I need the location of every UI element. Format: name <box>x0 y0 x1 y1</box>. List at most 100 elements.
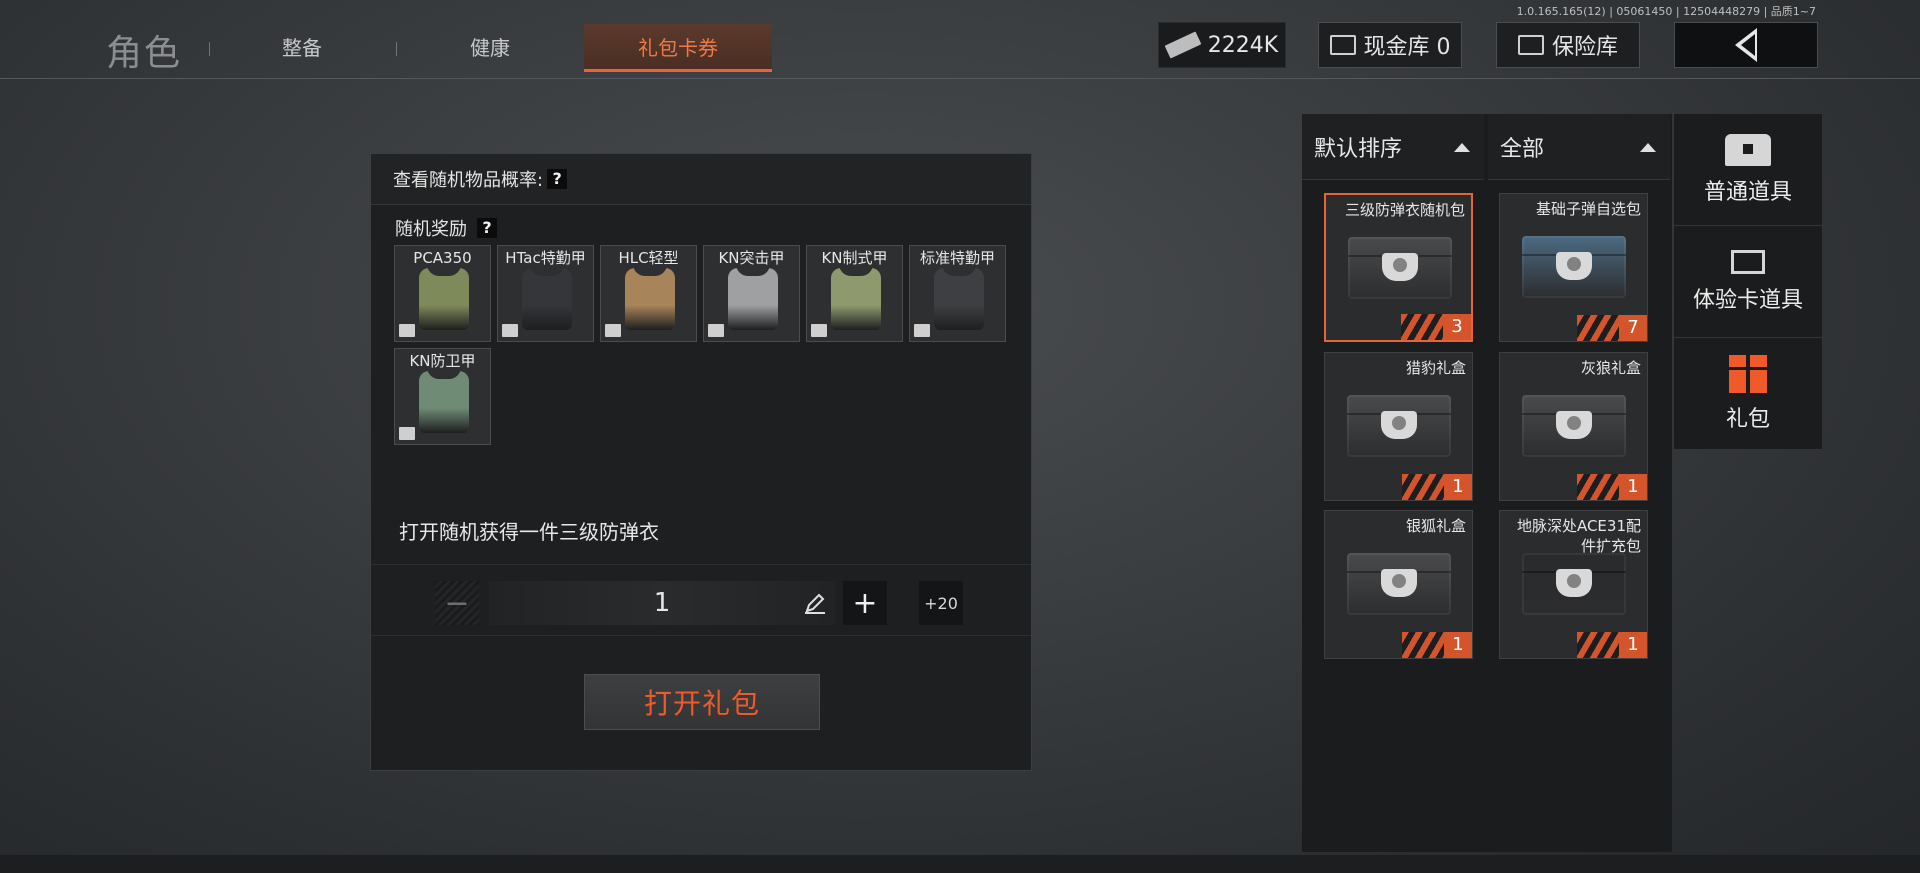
reward-section-label: 随机奖励 ? <box>395 215 497 241</box>
safe-label: 保险库 <box>1551 35 1618 60</box>
inventory-item[interactable]: 灰狼礼盒 1 <box>1499 352 1648 501</box>
item-count-badge: 1 <box>1402 632 1472 658</box>
quantity-input[interactable]: 1 <box>489 581 835 625</box>
edit-icon <box>805 593 825 614</box>
increase-button[interactable]: + <box>843 581 887 625</box>
vest-icon <box>419 262 469 330</box>
probability-header: 查看随机物品概率: ? <box>371 154 1031 205</box>
gift-pack-dialog: 查看随机物品概率: ? 随机奖励 ? PCA350 HTac特勤甲 HLC轻型 KN突… <box>370 153 1032 771</box>
item-name: 银狐礼盒 <box>1405 517 1466 535</box>
reward-item[interactable]: KN制式甲 <box>806 245 903 342</box>
reward-item[interactable]: HLC轻型 <box>600 245 697 342</box>
reward-name: HTac特勤甲 <box>505 249 586 267</box>
reward-name: KN防卫甲 <box>409 352 476 370</box>
vest-icon <box>831 262 881 330</box>
reward-item[interactable]: HTac特勤甲 <box>497 245 594 342</box>
vest-icon <box>419 365 469 433</box>
case-icon <box>1522 553 1626 615</box>
pack-description: 打开随机获得一件三级防弹衣 <box>399 520 659 544</box>
vest-icon <box>728 262 778 330</box>
item-count-badge: 3 <box>1401 314 1471 340</box>
reward-name: KN突击甲 <box>718 249 785 267</box>
item-count: 1 <box>1619 474 1647 500</box>
reward-item[interactable]: KN突击甲 <box>703 245 800 342</box>
category-gift-packs[interactable]: 礼包 <box>1674 338 1822 450</box>
inventory-item[interactable]: 基础子弹自选包 7 <box>1499 193 1648 342</box>
inventory-panel: 默认排序 全部 三级防弹衣随机包 3 基础子弹自选包 7 猎豹礼盒 1 灰狼礼盒 1 银狐礼盒 1… <box>1302 114 1822 852</box>
sort-order-label: 默认排序 <box>1314 136 1403 162</box>
safe-icon <box>1517 35 1544 55</box>
item-name: 三级防弹衣随机包 <box>1344 201 1465 219</box>
emblem-icon <box>1556 411 1592 439</box>
reward-item[interactable]: KN防卫甲 <box>394 348 491 445</box>
case-icon <box>1522 236 1626 298</box>
reward-item[interactable]: 标准特勤甲 <box>909 245 1006 342</box>
reward-name: PCA350 <box>413 249 472 267</box>
inventory-item[interactable]: 猎豹礼盒 1 <box>1324 352 1473 501</box>
money-display: 2224K <box>1158 22 1286 68</box>
nav-separator <box>396 42 397 56</box>
reward-name: HLC轻型 <box>618 249 679 267</box>
decrease-button[interactable]: − <box>435 581 479 625</box>
cash-icon <box>1164 31 1202 59</box>
tab-health[interactable]: 健康 <box>440 24 540 72</box>
category-label: 礼包 <box>1725 406 1770 432</box>
category-trial-cards[interactable]: 体验卡道具 <box>1674 226 1822 338</box>
category-label: 体验卡道具 <box>1692 287 1803 313</box>
reward-label-text: 随机奖励 <box>395 219 467 240</box>
emblem-icon <box>1381 569 1417 597</box>
cash-vault-button[interactable]: 现金库 0 <box>1318 22 1462 68</box>
caret-up-icon <box>1640 143 1656 152</box>
item-count: 1 <box>1444 632 1472 658</box>
item-count-badge: 1 <box>1402 474 1472 500</box>
vest-icon <box>522 262 572 330</box>
item-count-badge: 7 <box>1577 315 1647 341</box>
box-icon <box>914 324 930 337</box>
vault-icon <box>1329 35 1356 55</box>
vest-icon <box>625 262 675 330</box>
version-info: 1.0.165.165(12) | 05061450 | 12504448279… <box>1516 5 1816 18</box>
inventory-item[interactable]: 银狐礼盒 1 <box>1324 510 1473 659</box>
box-icon <box>605 324 621 337</box>
card-icon <box>1731 249 1765 274</box>
quantity-value: 1 <box>653 588 671 618</box>
reward-name: 标准特勤甲 <box>919 249 995 267</box>
safe-button[interactable]: 保险库 <box>1496 22 1640 68</box>
filter-dropdown[interactable]: 全部 <box>1488 114 1670 180</box>
item-name: 基础子弹自选包 <box>1535 200 1641 218</box>
inventory-item[interactable]: 三级防弹衣随机包 3 <box>1324 193 1473 342</box>
open-pack-button[interactable]: 打开礼包 <box>584 674 820 730</box>
back-arrow-icon <box>1735 28 1757 62</box>
money-amount: 2224K <box>1207 32 1279 58</box>
bottom-bar <box>0 855 1920 873</box>
inventory-item[interactable]: 地脉深处ACE31配件扩充包 1 <box>1499 510 1648 659</box>
category-normal-items[interactable]: 普通道具 <box>1674 114 1822 226</box>
box-icon <box>502 324 518 337</box>
add-20-button[interactable]: +20 <box>919 581 963 625</box>
item-count-badge: 1 <box>1577 474 1647 500</box>
tab-gift-packs[interactable]: 礼包卡券 <box>584 24 772 72</box>
reward-item[interactable]: PCA350 <box>394 245 491 342</box>
tab-equip[interactable]: 整备 <box>250 24 354 72</box>
emblem-icon <box>1381 411 1417 439</box>
case-icon <box>1347 553 1451 615</box>
filter-label: 全部 <box>1500 136 1545 162</box>
back-button[interactable] <box>1674 22 1818 68</box>
quantity-selector: − 1 + +20 <box>371 564 1031 636</box>
item-name: 灰狼礼盒 <box>1580 359 1641 377</box>
item-count: 7 <box>1619 315 1647 341</box>
case-icon <box>1348 237 1452 299</box>
topbar-divider <box>0 78 1920 79</box>
emblem-icon <box>1556 569 1592 597</box>
item-count: 1 <box>1619 632 1647 658</box>
check-rate-label: 查看随机物品概率: <box>393 170 544 191</box>
case-icon <box>1522 395 1626 457</box>
item-name: 猎豹礼盒 <box>1405 359 1466 377</box>
box-icon <box>811 324 827 337</box>
item-count: 1 <box>1444 474 1472 500</box>
sort-order-dropdown[interactable]: 默认排序 <box>1302 114 1484 180</box>
help-icon[interactable]: ? <box>547 169 568 189</box>
help-icon[interactable]: ? <box>477 218 497 238</box>
emblem-icon <box>1382 253 1418 281</box>
box-icon <box>399 324 415 337</box>
